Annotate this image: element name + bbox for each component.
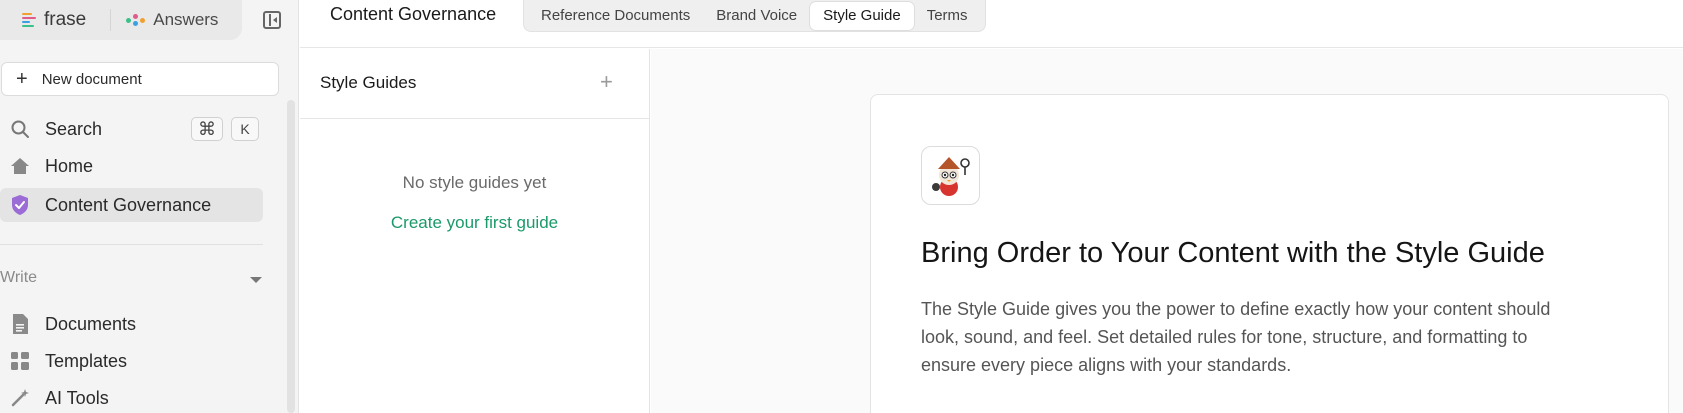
sidebar-item-label: Content Governance (45, 194, 212, 215)
sidebar-item-search[interactable]: Search ⌘ K (0, 112, 263, 146)
governance-tabs: Reference Documents Brand Voice Style Gu… (523, 0, 986, 32)
sidebar-item-documents[interactable]: Documents (0, 307, 263, 341)
document-icon (9, 313, 31, 335)
sidebar-item-home[interactable]: Home (0, 149, 263, 183)
sidebar-item-label: AI Tools (45, 387, 109, 408)
intro-description: The Style Guide gives you the power to d… (921, 299, 1551, 375)
answers-button[interactable]: Answers (125, 10, 218, 30)
sidebar-item-content-governance[interactable]: Content Governance (0, 188, 263, 222)
shortcut-cmd-key: ⌘ (191, 117, 223, 141)
tab-terms[interactable]: Terms (914, 2, 981, 30)
brand-separator (110, 9, 112, 31)
write-section-label: Write (0, 269, 38, 286)
answers-label: Answers (153, 10, 219, 29)
workspace-switcher: frase Answers (0, 0, 242, 40)
collapse-sidebar-icon[interactable] (263, 11, 281, 29)
mascot-illustration-icon (921, 146, 980, 205)
sidebar-item-templates[interactable]: Templates (0, 344, 263, 378)
sidebar-item-ai-tools[interactable]: AI Tools (0, 381, 263, 413)
frase-brand-button[interactable]: frase (22, 9, 86, 31)
templates-grid-icon (9, 350, 31, 372)
sidebar-item-label: Search (45, 118, 103, 139)
topbar: Content Governance Reference Documents B… (300, 0, 1683, 48)
intro-heading: Bring Order to Your Content with the Sty… (921, 237, 1545, 269)
sidebar: frase Answers + New document Search ⌘ K (0, 0, 299, 413)
sidebar-divider (0, 244, 263, 245)
empty-state-message: No style guides yet (402, 173, 547, 192)
search-icon (9, 118, 31, 140)
caret-down-icon[interactable] (250, 277, 262, 283)
answers-dots-icon (125, 13, 146, 27)
magic-wand-icon (9, 387, 31, 409)
style-guides-header: Style Guides + (300, 49, 649, 119)
tab-brand-voice[interactable]: Brand Voice (703, 2, 810, 30)
sidebar-item-label: Home (45, 155, 94, 176)
style-guides-panel: Style Guides + No style guides yet Creat… (300, 49, 650, 413)
brand-name: frase (44, 9, 87, 30)
home-icon (9, 155, 31, 177)
add-style-guide-button[interactable]: + (600, 69, 613, 95)
new-document-button[interactable]: + New document (1, 62, 279, 96)
tab-style-guide[interactable]: Style Guide (810, 1, 914, 30)
style-guides-title: Style Guides (320, 73, 417, 92)
shortcut-k-key: K (231, 117, 259, 141)
sidebar-scrollbar[interactable] (287, 100, 295, 413)
new-document-label: New document (41, 70, 142, 88)
sidebar-item-label: Templates (45, 350, 128, 371)
tab-reference-documents[interactable]: Reference Documents (528, 2, 703, 30)
plus-icon: + (16, 68, 28, 90)
shield-check-icon (9, 194, 31, 216)
page-title: Content Governance (330, 4, 497, 24)
frase-logo-icon (22, 12, 38, 28)
style-guide-intro-card: Bring Order to Your Content with the Sty… (870, 94, 1669, 413)
sidebar-item-label: Documents (45, 313, 137, 334)
main-content: Bring Order to Your Content with the Sty… (651, 49, 1683, 413)
create-first-guide-link[interactable]: Create your first guide (300, 213, 649, 233)
